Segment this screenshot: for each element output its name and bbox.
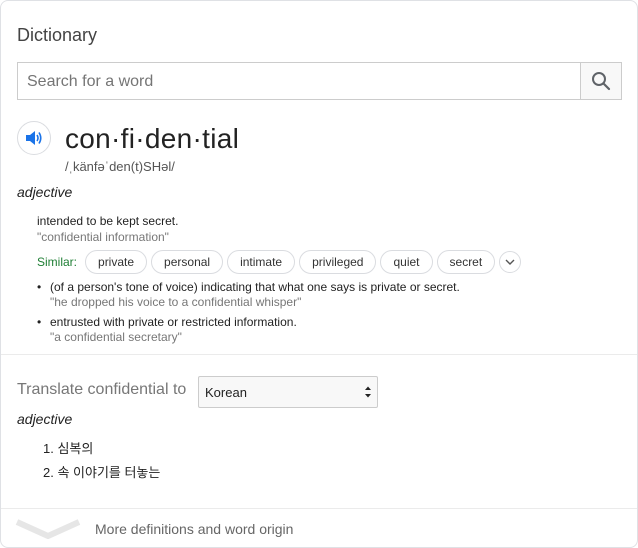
part-of-speech: adjective [17, 184, 73, 200]
more-definitions-link[interactable]: More definitions and word origin [95, 521, 293, 537]
headword: con·fi·den·tial [65, 123, 240, 154]
similar-chip[interactable]: quiet [380, 250, 433, 274]
example-1: "confidential information" [37, 230, 169, 244]
language-select[interactable]: Korean [198, 376, 378, 408]
select-arrows-icon [365, 386, 371, 398]
translation-item: 1. 심복의 [43, 441, 94, 456]
speaker-icon [26, 131, 42, 145]
similar-chip[interactable]: intimate [227, 250, 296, 274]
similar-chip[interactable]: privileged [299, 250, 377, 274]
similar-label: Similar: [37, 255, 78, 269]
chevron-down-icon[interactable] [15, 518, 81, 540]
definition-1: intended to be kept secret. [37, 214, 179, 228]
similar-chip[interactable]: private [85, 250, 148, 274]
example-2: "he dropped his voice to a confidential … [50, 295, 302, 309]
divider [1, 354, 637, 355]
search-input[interactable]: Search for a word [27, 73, 153, 91]
definition-2: (of a person's tone of voice) indicating… [50, 280, 460, 294]
similar-chip[interactable]: personal [151, 250, 224, 274]
translate-part-of-speech: adjective [17, 411, 73, 427]
example-3: "a confidential secretary" [50, 330, 182, 344]
bullet: • [37, 315, 42, 329]
bullet: • [37, 280, 42, 294]
translation-item: 2. 속 이야기를 터놓는 [43, 465, 161, 480]
phonetic: /ˌkänfəˈden(t)SHəl/ [65, 159, 175, 174]
search-box[interactable]: Search for a word [17, 62, 622, 100]
more-similar-button[interactable] [499, 251, 522, 273]
dictionary-card: Dictionary Search for a word con·fi·den·… [0, 0, 638, 548]
search-button[interactable] [580, 63, 621, 99]
pronunciation-button[interactable] [17, 121, 51, 155]
definition-3: entrusted with private or restricted inf… [50, 315, 297, 329]
search-icon [592, 72, 611, 91]
language-value: Korean [205, 385, 247, 400]
translate-label: Translate confidential to [17, 381, 187, 398]
panel-title: Dictionary [17, 25, 98, 45]
similar-chip[interactable]: secret [436, 250, 496, 274]
similar-words: Similar: private personal intimate privi… [37, 250, 522, 274]
chevron-down-icon [505, 259, 515, 265]
divider [1, 508, 637, 509]
